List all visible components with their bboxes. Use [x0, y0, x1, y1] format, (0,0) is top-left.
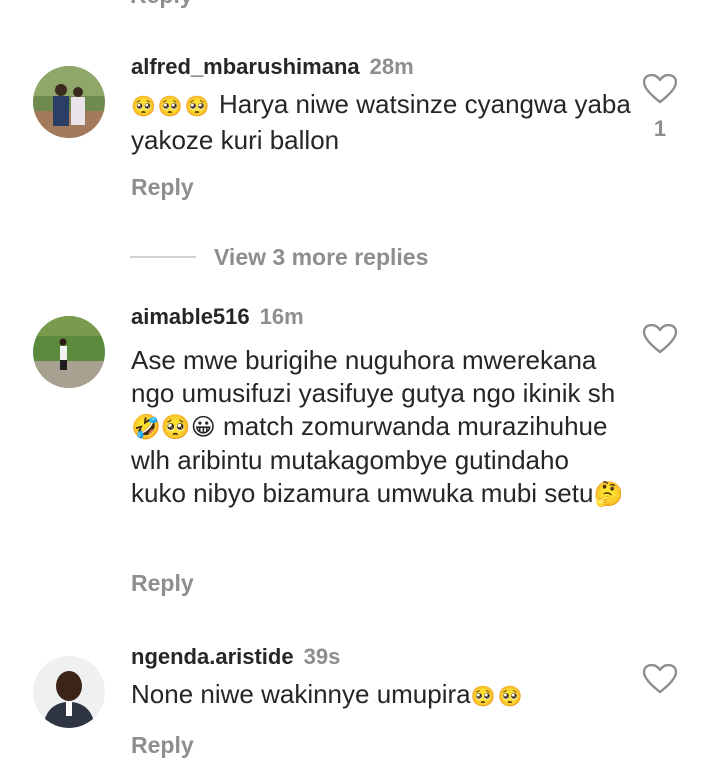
comment-item: aimable516 16m Ase mwe burigihe nuguhora …: [0, 300, 720, 610]
comment-meta: aimable516 16m: [131, 302, 631, 332]
reply-button[interactable]: Reply: [131, 732, 194, 759]
comment-item: alfred_mbarushimana 28m 🥺🥺🥺 Harya niwe wa…: [0, 50, 720, 220]
heart-icon[interactable]: [642, 324, 678, 354]
pleading-face-emoji-icon: 🥺🥺: [470, 686, 525, 708]
username[interactable]: ngenda.aristide: [131, 644, 294, 669]
avatar-photo-icon: [33, 66, 105, 138]
like-group: [642, 324, 678, 354]
pleading-face-emoji-icon: 🥺🥺🥺: [131, 96, 212, 118]
timestamp: 28m: [369, 54, 414, 79]
like-count: 1: [653, 116, 667, 141]
comment-text-part1: Ase mwe burigihe nuguhora mwerekana ngo …: [131, 345, 616, 408]
view-more-replies[interactable]: View 3 more replies: [130, 240, 428, 274]
reply-button[interactable]: Reply: [131, 174, 194, 201]
timestamp: 16m: [259, 304, 304, 329]
comment-text-body: None niwe wakinnye umupira: [131, 679, 471, 709]
comment-item: ngenda.aristide 39s None niwe wakinnye um…: [0, 640, 720, 768]
avatar-photo-icon: [33, 656, 105, 728]
comment-text: None niwe wakinnye umupira🥺🥺: [131, 678, 631, 714]
avatar[interactable]: [33, 656, 105, 728]
heart-icon[interactable]: [642, 74, 678, 104]
comment-body: aimable516 16m Ase mwe burigihe nuguhora …: [131, 302, 631, 511]
like-group: 1: [642, 74, 678, 142]
comment-text: Ase mwe burigihe nuguhora mwerekana ngo …: [131, 344, 631, 511]
username[interactable]: aimable516: [131, 304, 250, 329]
reply-button-partial[interactable]: Reply: [130, 0, 193, 9]
view-more-label[interactable]: View 3 more replies: [214, 244, 428, 271]
laughing-pleading-grinning-emoji-icon: 🤣🥺😀: [131, 414, 216, 441]
comment-body: ngenda.aristide 39s None niwe wakinnye um…: [131, 642, 631, 714]
avatar[interactable]: [33, 316, 105, 388]
comment-text: 🥺🥺🥺 Harya niwe watsinze cyangwa yaba yak…: [131, 88, 631, 157]
divider-line: [130, 256, 196, 258]
comment-meta: alfred_mbarushimana 28m: [131, 52, 631, 82]
comment-body: alfred_mbarushimana 28m 🥺🥺🥺 Harya niwe wa…: [131, 52, 631, 157]
username[interactable]: alfred_mbarushimana: [131, 54, 360, 79]
reply-button[interactable]: Reply: [131, 570, 194, 597]
comment-meta: ngenda.aristide 39s: [131, 642, 631, 672]
avatar[interactable]: [33, 66, 105, 138]
heart-icon[interactable]: [642, 664, 678, 694]
avatar-photo-icon: [33, 316, 105, 388]
timestamp: 39s: [303, 644, 341, 669]
like-group: [642, 664, 678, 694]
thinking-face-emoji-icon: 🤔: [593, 481, 624, 508]
